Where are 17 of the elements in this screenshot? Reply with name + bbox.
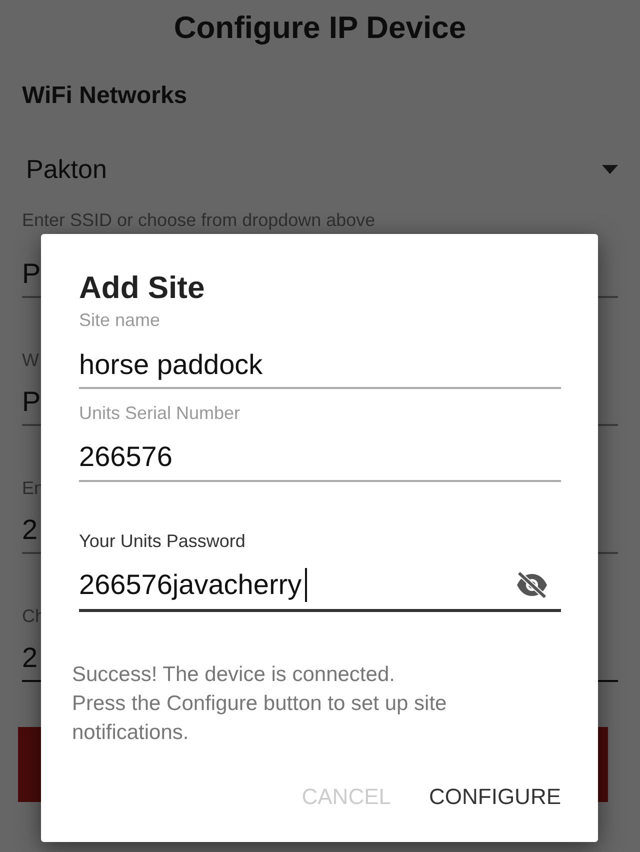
dialog-button[interactable]: CONFIGURE [429,775,561,819]
field-value: P [22,386,41,417]
input-field[interactable]: 266576 [79,437,174,477]
input-field[interactable]: horse paddock [79,345,265,385]
status-message: Success! The device is connected. Press the Configure button to set up site notifications. [72,662,448,746]
section-heading: WiFi Networks [22,82,188,109]
dropdown-caret-icon [602,164,618,174]
field-label: Units Serial Number [79,403,240,423]
eye-slash-icon[interactable] [515,571,549,599]
page-title: Configure IP Device [172,9,468,47]
field-value: 2 [22,514,38,545]
dialog-title: Add Site [79,269,206,307]
password-field[interactable]: 266576javacherry [79,565,304,605]
field-label: Your Units Password [79,531,246,551]
field-label: Site name [79,310,160,330]
field-value: P [22,258,41,289]
field-value: 2 [22,642,38,673]
